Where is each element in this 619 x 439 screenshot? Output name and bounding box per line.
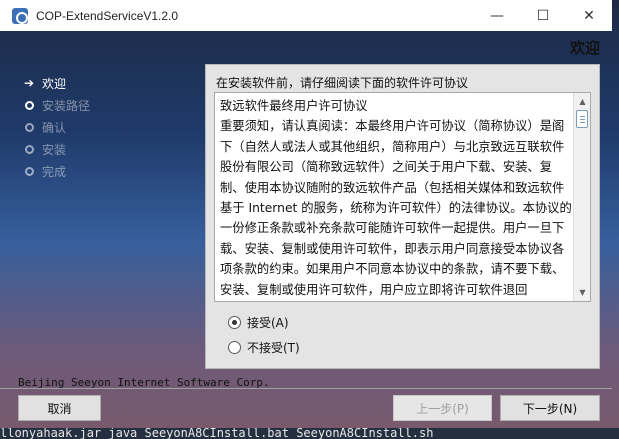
step-label: 确认 — [42, 120, 67, 135]
page-title: 欢迎 — [569, 39, 600, 57]
footer-divider — [0, 388, 612, 389]
license-scrollbar[interactable]: ▲ ▼ — [573, 93, 590, 301]
window-controls: — ☐ ✕ — [474, 0, 612, 31]
maximize-button[interactable]: ☐ — [520, 0, 566, 31]
arrow-right-icon: ➔ — [23, 76, 35, 90]
circle-icon — [20, 100, 38, 110]
license-panel: 在安装软件前，请仔细阅读下面的软件许可协议 致远软件最终用户许可协议 重要须知，… — [205, 64, 600, 369]
accept-label: 接受(A) — [247, 316, 289, 330]
cancel-button[interactable]: 取消 — [18, 395, 101, 421]
page-header: 欢迎 — [0, 31, 612, 61]
close-button[interactable]: ✕ — [566, 0, 612, 31]
step-install: 安装 — [20, 138, 200, 160]
step-label: 安装 — [42, 142, 67, 157]
background-terminal-text: llonyahaak.jar java SeeyonA8CInstall.bat… — [0, 428, 619, 439]
license-instruction: 在安装软件前，请仔细阅读下面的软件许可协议 — [216, 76, 469, 90]
accept-radio[interactable] — [228, 316, 241, 329]
decline-radio[interactable] — [228, 341, 241, 354]
step-finish: 完成 — [20, 160, 200, 182]
previous-button[interactable]: 上一步(P) — [393, 395, 492, 421]
step-label: 安装路径 — [42, 98, 91, 113]
decline-label: 不接受(T) — [247, 341, 300, 355]
circle-icon — [20, 122, 38, 132]
step-confirm: 确认 — [20, 116, 200, 138]
step-label: 完成 — [42, 164, 67, 179]
window-title: COP-ExtendServiceV1.2.0 — [36, 8, 179, 23]
scroll-up-icon[interactable]: ▲ — [574, 93, 590, 110]
step-install-path: 安装路径 — [20, 94, 200, 116]
accept-radio-option[interactable]: 接受(A) — [228, 314, 289, 331]
circle-icon — [20, 144, 38, 154]
license-textarea[interactable]: 致远软件最终用户许可协议 重要须知，请认真阅读：本最终用户许可协议（简称协议）是… — [214, 92, 591, 302]
license-text: 致远软件最终用户许可协议 重要须知，请认真阅读：本最终用户许可协议（简称协议）是… — [220, 99, 572, 297]
step-label: 欢迎 — [42, 76, 67, 91]
app-icon — [12, 7, 28, 24]
scroll-down-icon[interactable]: ▼ — [574, 284, 590, 301]
next-button[interactable]: 下一步(N) — [500, 395, 600, 421]
installer-window: COP-ExtendServiceV1.2.0 — ☐ ✕ 欢迎 ➔ 欢迎 安装… — [0, 0, 612, 428]
decline-radio-option[interactable]: 不接受(T) — [228, 339, 300, 356]
circle-icon — [20, 166, 38, 176]
title-bar[interactable]: COP-ExtendServiceV1.2.0 — ☐ ✕ — [0, 0, 612, 31]
step-list: ➔ 欢迎 安装路径 确认 安装 完成 — [20, 72, 200, 182]
scrollbar-thumb[interactable] — [576, 110, 588, 128]
minimize-button[interactable]: — — [474, 0, 520, 31]
step-welcome: ➔ 欢迎 — [20, 72, 200, 94]
